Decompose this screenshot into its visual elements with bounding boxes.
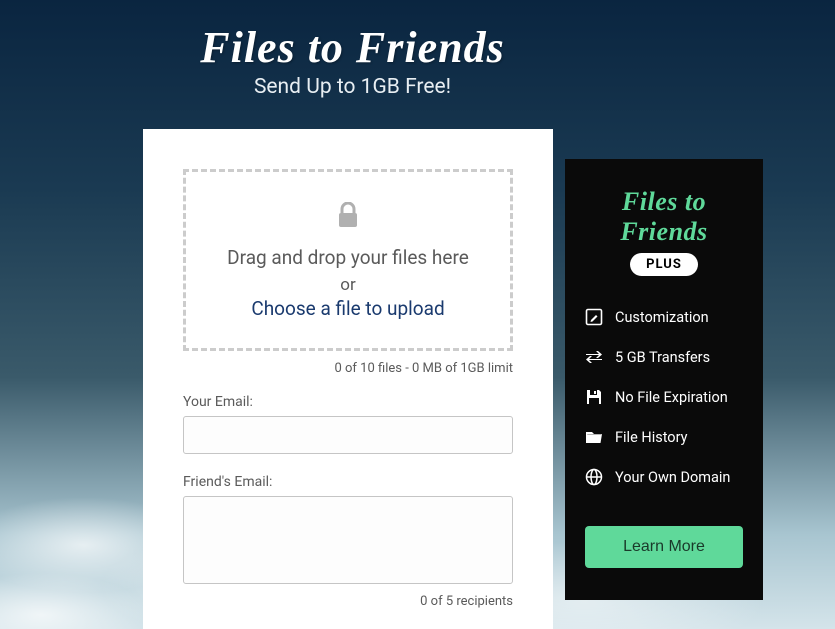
plus-header: Files to Friends PLUS [585,187,743,276]
upload-card: Drag and drop your files here or Choose … [143,129,553,629]
feature-list: Customization 5 GB Transfers [585,308,743,486]
feature-item-expiration: No File Expiration [585,388,743,406]
transfer-icon [585,348,603,366]
file-status: 0 of 10 files - 0 MB of 1GB limit [183,361,513,376]
feature-label: No File Expiration [615,389,728,406]
drop-zone[interactable]: Drag and drop your files here or Choose … [183,169,513,351]
feature-label: 5 GB Transfers [615,349,710,366]
recipients-status: 0 of 5 recipients [183,594,513,609]
save-icon [585,388,603,406]
friends-email-label: Friend's Email: [183,474,513,490]
feature-label: Customization [615,309,709,326]
plus-badge: PLUS [630,253,698,276]
page-header: Files to Friends Send Up to 1GB Free! [0,0,835,99]
your-email-label: Your Email: [183,394,513,410]
drop-text-or: or [196,275,500,295]
logo-subtitle: Send Up to 1GB Free! [0,75,835,99]
feature-item-customization: Customization [585,308,743,326]
feature-label: Your Own Domain [615,469,730,486]
feature-label: File History [615,429,687,446]
feature-item-domain: Your Own Domain [585,468,743,486]
globe-icon [585,468,603,486]
your-email-input[interactable] [183,416,513,454]
friends-email-input[interactable] [183,496,513,584]
plus-card: Files to Friends PLUS Customization [565,159,763,600]
feature-item-history: File History [585,428,743,446]
folder-icon [585,428,603,446]
logo-title: Files to Friends [0,22,835,73]
feature-item-transfers: 5 GB Transfers [585,348,743,366]
choose-file-link[interactable]: Choose a file to upload [196,297,500,320]
edit-icon [585,308,603,326]
drop-text-main: Drag and drop your files here [196,244,500,273]
plus-title: Files to Friends [585,187,743,247]
lock-icon [196,202,500,232]
learn-more-button[interactable]: Learn More [585,526,743,568]
